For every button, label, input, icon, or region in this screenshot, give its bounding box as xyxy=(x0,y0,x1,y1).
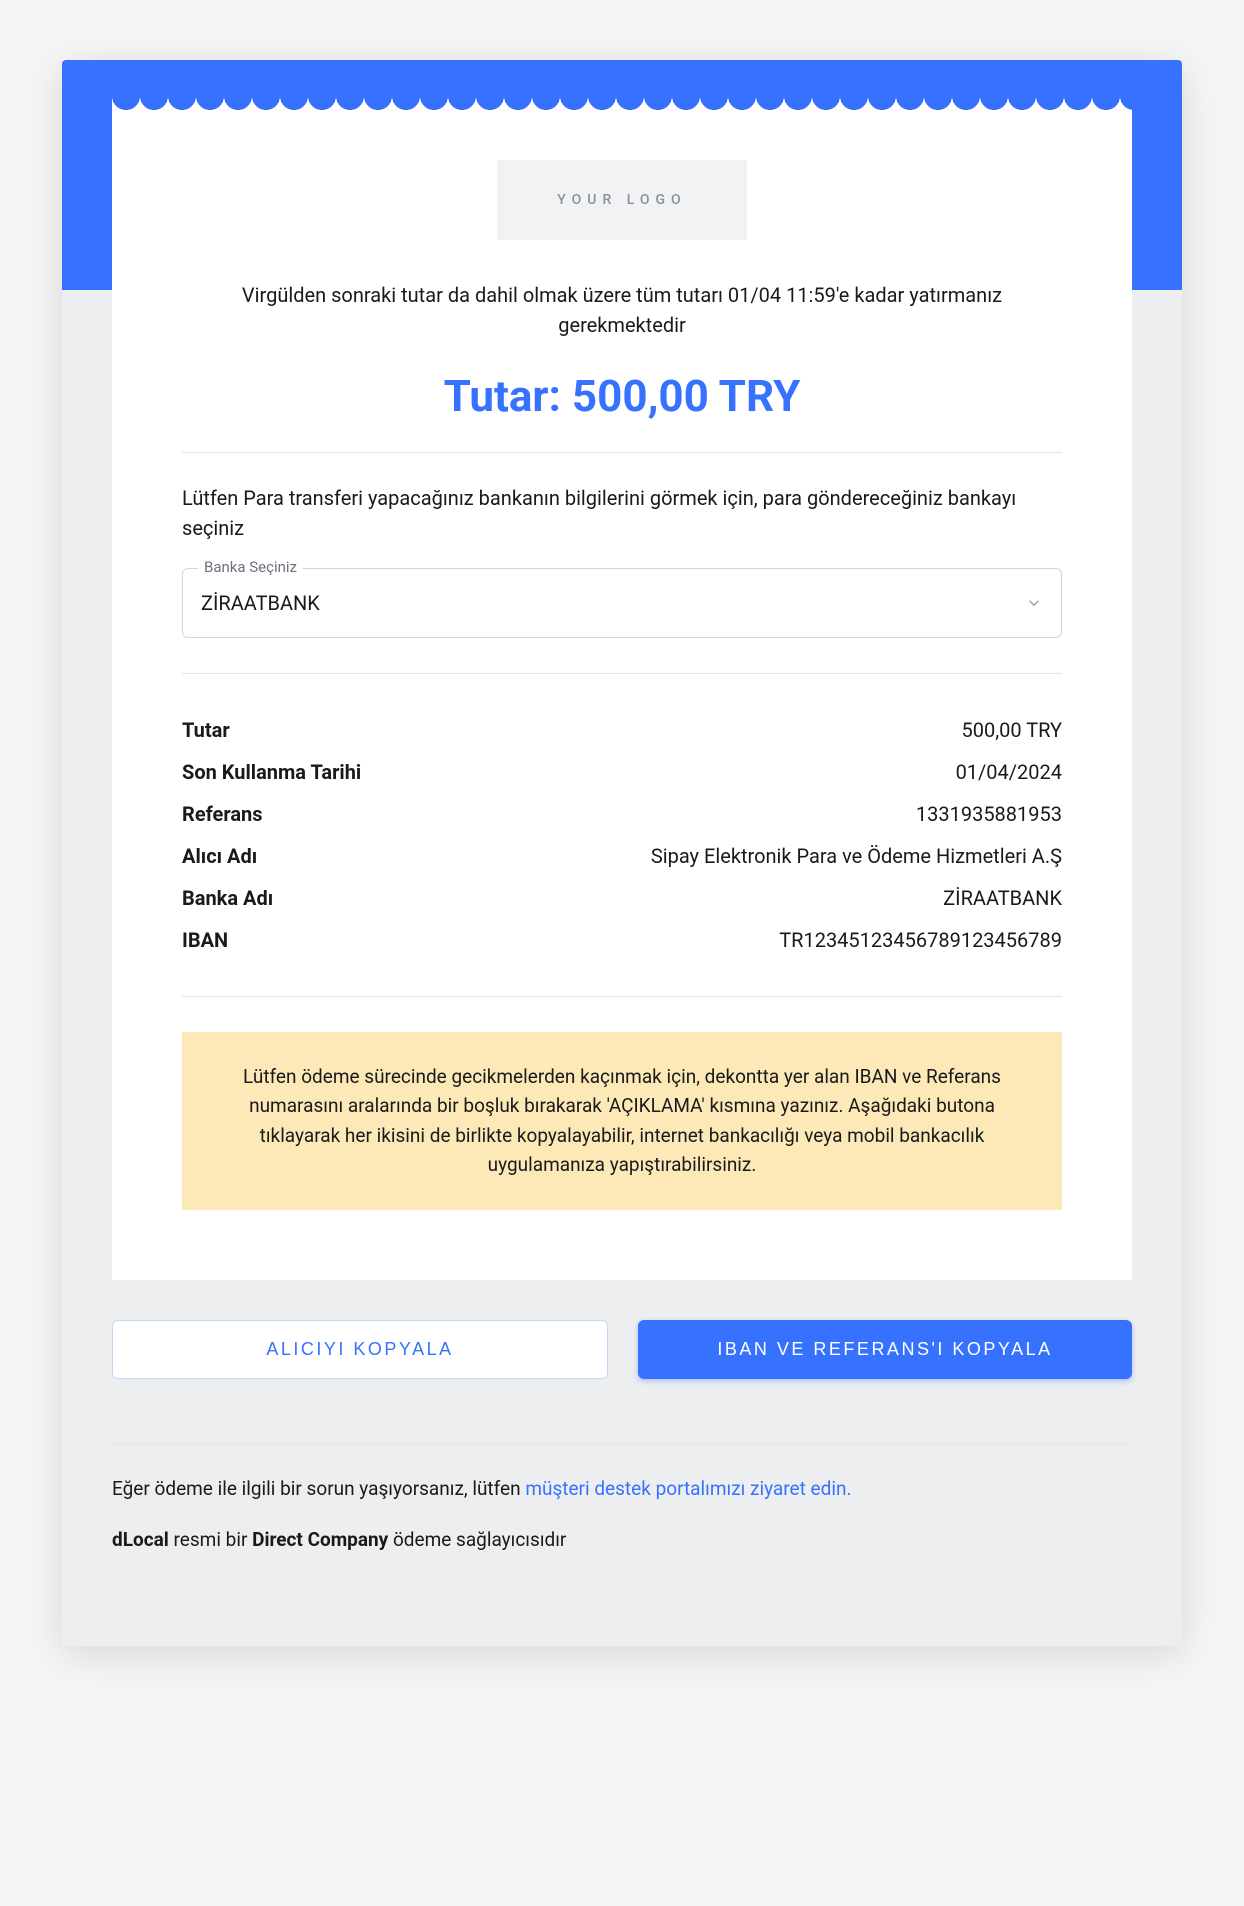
detail-row-amount: Tutar 500,00 TRY xyxy=(182,709,1062,751)
logo-placeholder: YOUR LOGO xyxy=(497,160,747,240)
logo-text: YOUR LOGO xyxy=(557,192,686,208)
support-text: Eğer ödeme ile ilgili bir sorun yaşıyors… xyxy=(112,1475,1132,1504)
amount-title: Tutar: 500,00 TRY xyxy=(182,370,1062,422)
warning-box: Lütfen ödeme sürecinde gecikmelerden kaç… xyxy=(182,1032,1062,1210)
payment-card: YOUR LOGO Virgülden sonraki tutar da dah… xyxy=(62,60,1182,1646)
receipt-wrapper: YOUR LOGO Virgülden sonraki tutar da dah… xyxy=(62,60,1182,1646)
detail-value: 1331935881953 xyxy=(916,802,1062,826)
support-prefix: Eğer ödeme ile ilgili bir sorun yaşıyors… xyxy=(112,1477,525,1500)
bank-select[interactable]: ZİRAATBANK xyxy=(182,568,1062,638)
detail-label: IBAN xyxy=(182,928,228,952)
warning-text: Lütfen ödeme sürecinde gecikmelerden kaç… xyxy=(243,1065,1001,1176)
payment-details: Tutar 500,00 TRY Son Kullanma Tarihi 01/… xyxy=(182,709,1062,961)
detail-value: 500,00 TRY xyxy=(961,718,1062,742)
amount-label: Tutar: xyxy=(444,370,561,422)
bank-select-instruction: Lütfen Para transferi yapacağınız bankan… xyxy=(182,483,1062,543)
detail-value: Sipay Elektronik Para ve Ödeme Hizmetler… xyxy=(651,844,1062,868)
deposit-instruction: Virgülden sonraki tutar da dahil olmak ü… xyxy=(182,280,1062,340)
detail-value: ZİRAATBANK xyxy=(943,886,1062,910)
amount-value: 500,00 TRY xyxy=(572,370,801,422)
detail-label: Alıcı Adı xyxy=(182,844,257,868)
bank-select-wrapper: Banka Seçiniz ZİRAATBANK xyxy=(182,568,1062,638)
provider-text: dLocal resmi bir Direct Company ödeme sa… xyxy=(112,1528,1132,1551)
detail-label: Tutar xyxy=(182,718,230,742)
footer: Eğer ödeme ile ilgili bir sorun yaşıyors… xyxy=(62,1379,1182,1607)
provider-suffix: ödeme sağlayıcısıdır xyxy=(388,1528,566,1551)
copy-recipient-button[interactable]: ALICIYI KOPYALA xyxy=(112,1320,608,1379)
provider-brand-1: dLocal xyxy=(112,1528,169,1551)
chevron-down-icon xyxy=(1025,594,1043,612)
divider xyxy=(182,673,1062,674)
detail-row-reference: Referans 1331935881953 xyxy=(182,793,1062,835)
bank-select-value: ZİRAATBANK xyxy=(201,591,320,615)
provider-brand-2: Direct Company xyxy=(252,1528,388,1551)
detail-label: Son Kullanma Tarihi xyxy=(182,760,361,784)
button-row: ALICIYI KOPYALA IBAN VE REFERANS'I KOPYA… xyxy=(62,1280,1182,1379)
detail-row-expiry: Son Kullanma Tarihi 01/04/2024 xyxy=(182,751,1062,793)
support-link[interactable]: müşteri destek portalımızı ziyaret edin. xyxy=(525,1477,851,1500)
detail-row-iban: IBAN TR12345123456789123456789 xyxy=(182,919,1062,961)
divider xyxy=(182,452,1062,453)
detail-label: Referans xyxy=(182,802,263,826)
detail-row-recipient: Alıcı Adı Sipay Elektronik Para ve Ödeme… xyxy=(182,835,1062,877)
provider-mid: resmi bir xyxy=(169,1528,252,1551)
detail-value: TR12345123456789123456789 xyxy=(779,928,1062,952)
detail-value: 01/04/2024 xyxy=(956,760,1062,784)
detail-row-bank-name: Banka Adı ZİRAATBANK xyxy=(182,877,1062,919)
copy-iban-reference-button[interactable]: IBAN VE REFERANS'I KOPYALA xyxy=(638,1320,1132,1379)
divider xyxy=(112,1444,1132,1445)
detail-label: Banka Adı xyxy=(182,886,273,910)
bank-select-label: Banka Seçiniz xyxy=(198,558,303,576)
receipt: YOUR LOGO Virgülden sonraki tutar da dah… xyxy=(112,110,1132,1280)
